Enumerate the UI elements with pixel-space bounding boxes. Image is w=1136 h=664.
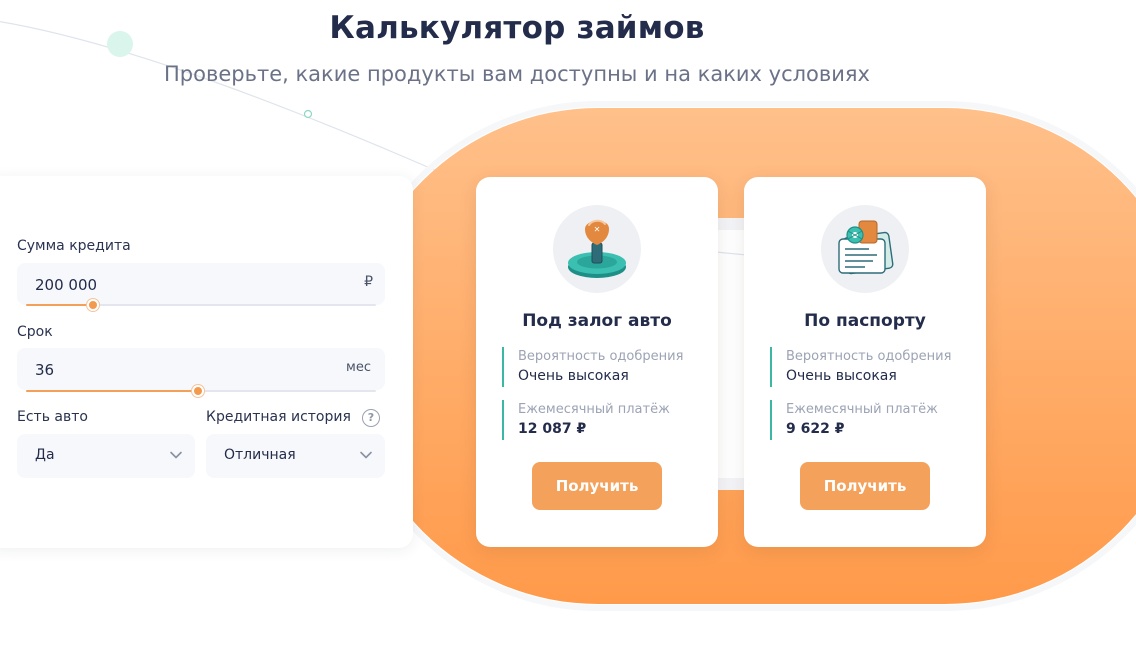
amount-slider-thumb[interactable] [86, 299, 99, 311]
term-unit: мес [346, 360, 371, 375]
car-select[interactable]: Да [17, 434, 195, 478]
term-slider[interactable] [26, 385, 376, 397]
credit-history-select[interactable]: Отличная [206, 434, 385, 478]
amount-slider[interactable] [26, 299, 376, 311]
help-icon[interactable]: ? [362, 409, 380, 427]
payment-label: Ежемесячный платёж [786, 402, 938, 417]
approval-value: Очень высокая [786, 368, 897, 384]
payment-value: 9 622 ₽ [786, 421, 845, 437]
car-label: Есть авто [17, 409, 88, 425]
product-title: По паспорту [804, 311, 926, 331]
page-title: Калькулятор займов [329, 10, 705, 46]
term-label: Срок [17, 324, 53, 340]
term-value: 36 [35, 361, 55, 379]
product-card-passport: По паспорту Вероятность одобрения Очень … [744, 177, 986, 547]
payment-stat: Ежемесячный платёж 12 087 ₽ [502, 400, 702, 440]
term-input[interactable]: 36 мес [17, 348, 385, 390]
gear-shift-icon: ✕ [553, 205, 641, 293]
chevron-down-icon [360, 451, 372, 459]
product-card-car-collateral: ✕ Под залог авто Вероятность одобрения О… [476, 177, 718, 547]
term-slider-thumb[interactable] [191, 385, 204, 397]
approval-value: Очень высокая [518, 368, 629, 384]
svg-text:✕: ✕ [594, 225, 601, 234]
chevron-down-icon [170, 451, 182, 459]
amount-value: 200 000 [35, 276, 98, 294]
approval-label: Вероятность одобрения [518, 349, 684, 364]
amount-slider-fill [26, 304, 93, 306]
amount-label: Сумма кредита [17, 238, 131, 254]
credit-history-label: Кредитная история [206, 409, 351, 425]
get-button[interactable]: Получить [800, 462, 930, 510]
approval-label: Вероятность одобрения [786, 349, 952, 364]
approval-stat: Вероятность одобрения Очень высокая [502, 347, 702, 387]
term-slider-fill [26, 390, 198, 392]
amount-unit: ₽ [364, 274, 373, 290]
credit-history-select-value: Отличная [224, 447, 296, 463]
payment-stat: Ежемесячный платёж 9 622 ₽ [770, 400, 970, 440]
car-select-value: Да [35, 447, 55, 463]
approval-stat: Вероятность одобрения Очень высокая [770, 347, 970, 387]
product-title: Под залог авто [522, 311, 672, 331]
page-subtitle: Проверьте, какие продукты вам доступны и… [164, 62, 870, 86]
passport-document-icon [821, 205, 909, 293]
get-button[interactable]: Получить [532, 462, 662, 510]
payment-value: 12 087 ₽ [518, 421, 587, 437]
payment-label: Ежемесячный платёж [518, 402, 670, 417]
amount-input[interactable]: 200 000 ₽ [17, 263, 385, 305]
